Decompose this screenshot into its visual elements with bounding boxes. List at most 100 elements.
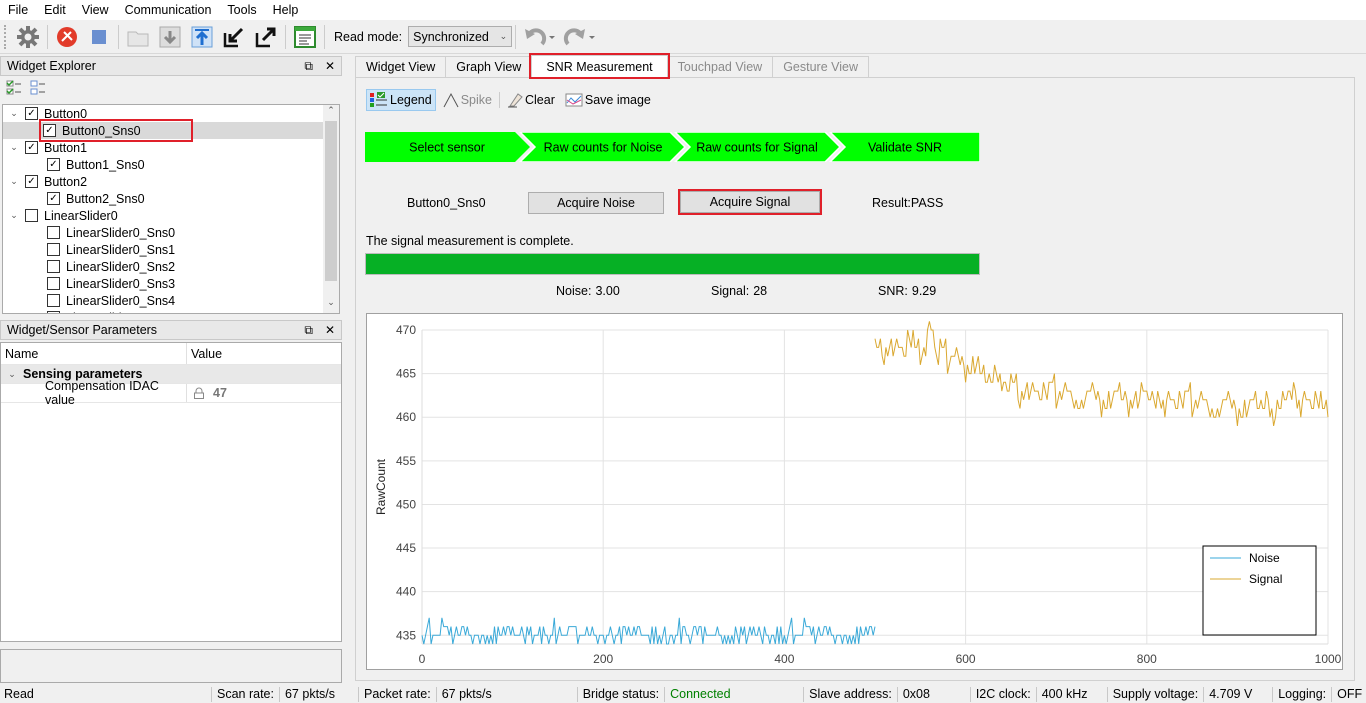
spike-icon (443, 92, 459, 108)
tree-widget-item[interactable]: ⌄ ✓ Button0 (3, 105, 323, 122)
tab-gesture-view[interactable]: Gesture View (772, 56, 870, 77)
step-label: Select sensor (409, 141, 485, 155)
y-tick-label: 465 (396, 367, 416, 381)
step-label: Raw counts for Noise (544, 141, 663, 155)
read-mode-select[interactable]: Synchronized ⌄ (408, 26, 513, 47)
undo-button[interactable] (521, 23, 557, 51)
x-tick-label: 1000 (1315, 652, 1342, 666)
widget-explorer-title-bar: Widget Explorer ⧉ ✕ (0, 56, 342, 76)
step-label: Validate SNR (868, 141, 942, 155)
tree-sensor-item[interactable]: ✓ Button1_Sns0 (3, 156, 323, 173)
acquire-noise-button[interactable]: Acquire Noise (528, 192, 664, 214)
tree-item-label: LinearSlider0_Sns0 (66, 225, 176, 240)
chevron-down-icon[interactable]: ⌄ (9, 176, 19, 187)
tree-sensor-item[interactable]: LinearSlider0_Sns2 (3, 258, 323, 275)
menu-tools[interactable]: Tools (219, 3, 264, 17)
tree-sensor-item[interactable]: LinearSlider0_Sns3 (3, 275, 323, 292)
disconnect-button[interactable] (53, 23, 81, 51)
tree-checkbox[interactable]: ✓ (25, 175, 38, 188)
col-name-header[interactable]: Name (1, 343, 187, 364)
import-button[interactable] (220, 23, 248, 51)
tab-graph-view[interactable]: Graph View (445, 56, 533, 77)
parameters-title: Widget/Sensor Parameters (7, 323, 158, 337)
uncheck-all-icon[interactable] (30, 80, 46, 96)
param-row[interactable]: Compensation IDAC value 47 (1, 379, 341, 407)
tree-checkbox[interactable]: ✓ (47, 192, 60, 205)
tree-item-label: LinearSlider0_Sns5 (66, 311, 175, 314)
tree-scrollbar[interactable]: ⌃ ⌄ (323, 105, 339, 313)
download-button[interactable] (156, 23, 184, 51)
tree-sensor-item[interactable]: ✓ Button2_Sns0 (3, 190, 323, 207)
scroll-thumb[interactable] (325, 121, 337, 281)
legend-toggle[interactable]: Legend (366, 89, 436, 111)
col-value-header[interactable]: Value (187, 347, 222, 361)
tree-checkbox[interactable]: ✓ (25, 141, 38, 154)
toolbar-grip[interactable] (4, 24, 8, 49)
float-icon[interactable]: ⧉ (304, 323, 313, 338)
tree-sensor-item[interactable]: LinearSlider0_Sns5 (3, 309, 323, 314)
tree-checkbox[interactable]: ✓ (25, 107, 38, 120)
redo-button[interactable] (561, 23, 597, 51)
spike-toggle[interactable]: Spike (440, 89, 495, 111)
tree-widget-item[interactable]: ⌄ ✓ Button1 (3, 139, 323, 156)
chevron-down-icon[interactable]: ⌄ (9, 108, 19, 119)
tree-checkbox[interactable] (47, 311, 60, 313)
close-icon[interactable]: ✕ (325, 323, 335, 338)
tree-sensor-item[interactable]: LinearSlider0_Sns1 (3, 241, 323, 258)
float-icon[interactable]: ⧉ (304, 59, 313, 74)
tree-checkbox[interactable] (47, 294, 60, 307)
check-all-icon[interactable] (6, 80, 22, 96)
scroll-up-icon[interactable]: ⌃ (323, 105, 339, 121)
settings-button[interactable] (14, 23, 42, 51)
upload-button[interactable] (188, 23, 216, 51)
log-button[interactable] (291, 23, 319, 51)
result-label: Result:PASS (872, 196, 944, 210)
close-icon[interactable]: ✕ (325, 59, 335, 74)
tree-checkbox[interactable] (47, 277, 60, 290)
tree-sensor-item[interactable]: LinearSlider0_Sns0 (3, 224, 323, 241)
tree-checkbox[interactable] (47, 226, 60, 239)
noise-value: 3.00 (595, 284, 620, 298)
param-name: Compensation IDAC value (1, 379, 187, 407)
signal-value: 28 (753, 284, 768, 298)
tree-checkbox[interactable] (25, 209, 38, 222)
chevron-down-icon[interactable]: ⌄ (1, 369, 23, 380)
acquire-signal-button[interactable]: Acquire Signal (678, 189, 822, 215)
chevron-down-icon[interactable]: ⌄ (9, 142, 19, 153)
stop-button[interactable] (85, 23, 113, 51)
menu-help[interactable]: Help (265, 3, 307, 17)
menu-communication[interactable]: Communication (117, 3, 220, 17)
packet-rate-value: 67 pkts/s (441, 687, 492, 701)
x-tick-label: 400 (774, 652, 794, 666)
menu-edit[interactable]: Edit (36, 3, 74, 17)
tree-item-label: LinearSlider0 (44, 208, 118, 223)
tree-checkbox[interactable]: ✓ (47, 158, 60, 171)
menu-file[interactable]: File (0, 3, 36, 17)
save-image-button[interactable]: Save image (562, 89, 654, 111)
toolbar-separator (324, 24, 325, 49)
disconnect-icon (57, 26, 77, 47)
gear-icon (17, 25, 39, 48)
open-button[interactable] (124, 23, 152, 51)
tree-sensor-item[interactable]: ✓ Button0_Sns0 (3, 119, 323, 142)
clear-button[interactable]: Clear (504, 89, 558, 111)
tab-touchpad-view[interactable]: Touchpad View (666, 56, 774, 77)
tree-checkbox[interactable]: ✓ (43, 124, 56, 137)
tree-checkbox[interactable] (47, 260, 60, 273)
tree-widget-item[interactable]: ⌄ ✓ Button2 (3, 173, 323, 190)
separator (499, 92, 500, 108)
tree-item-label: LinearSlider0_Sns3 (66, 276, 176, 291)
scroll-down-icon[interactable]: ⌄ (323, 297, 339, 313)
tree-sensor-item[interactable]: LinearSlider0_Sns4 (3, 292, 323, 309)
y-tick-label: 445 (396, 541, 416, 555)
tab-widget-view[interactable]: Widget View (355, 56, 447, 77)
tree-widget-item[interactable]: ⌄ LinearSlider0 (3, 207, 323, 224)
tab-snr-measurement[interactable]: SNR Measurement (529, 53, 670, 79)
menu-view[interactable]: View (74, 3, 117, 17)
tree-item-label: LinearSlider0_Sns4 (66, 293, 176, 308)
toolbar: Read mode: Synchronized ⌄ (0, 20, 1366, 54)
series-line-noise (421, 617, 876, 645)
chevron-down-icon[interactable]: ⌄ (9, 210, 19, 221)
export-button[interactable] (252, 23, 280, 51)
tree-checkbox[interactable] (47, 243, 60, 256)
